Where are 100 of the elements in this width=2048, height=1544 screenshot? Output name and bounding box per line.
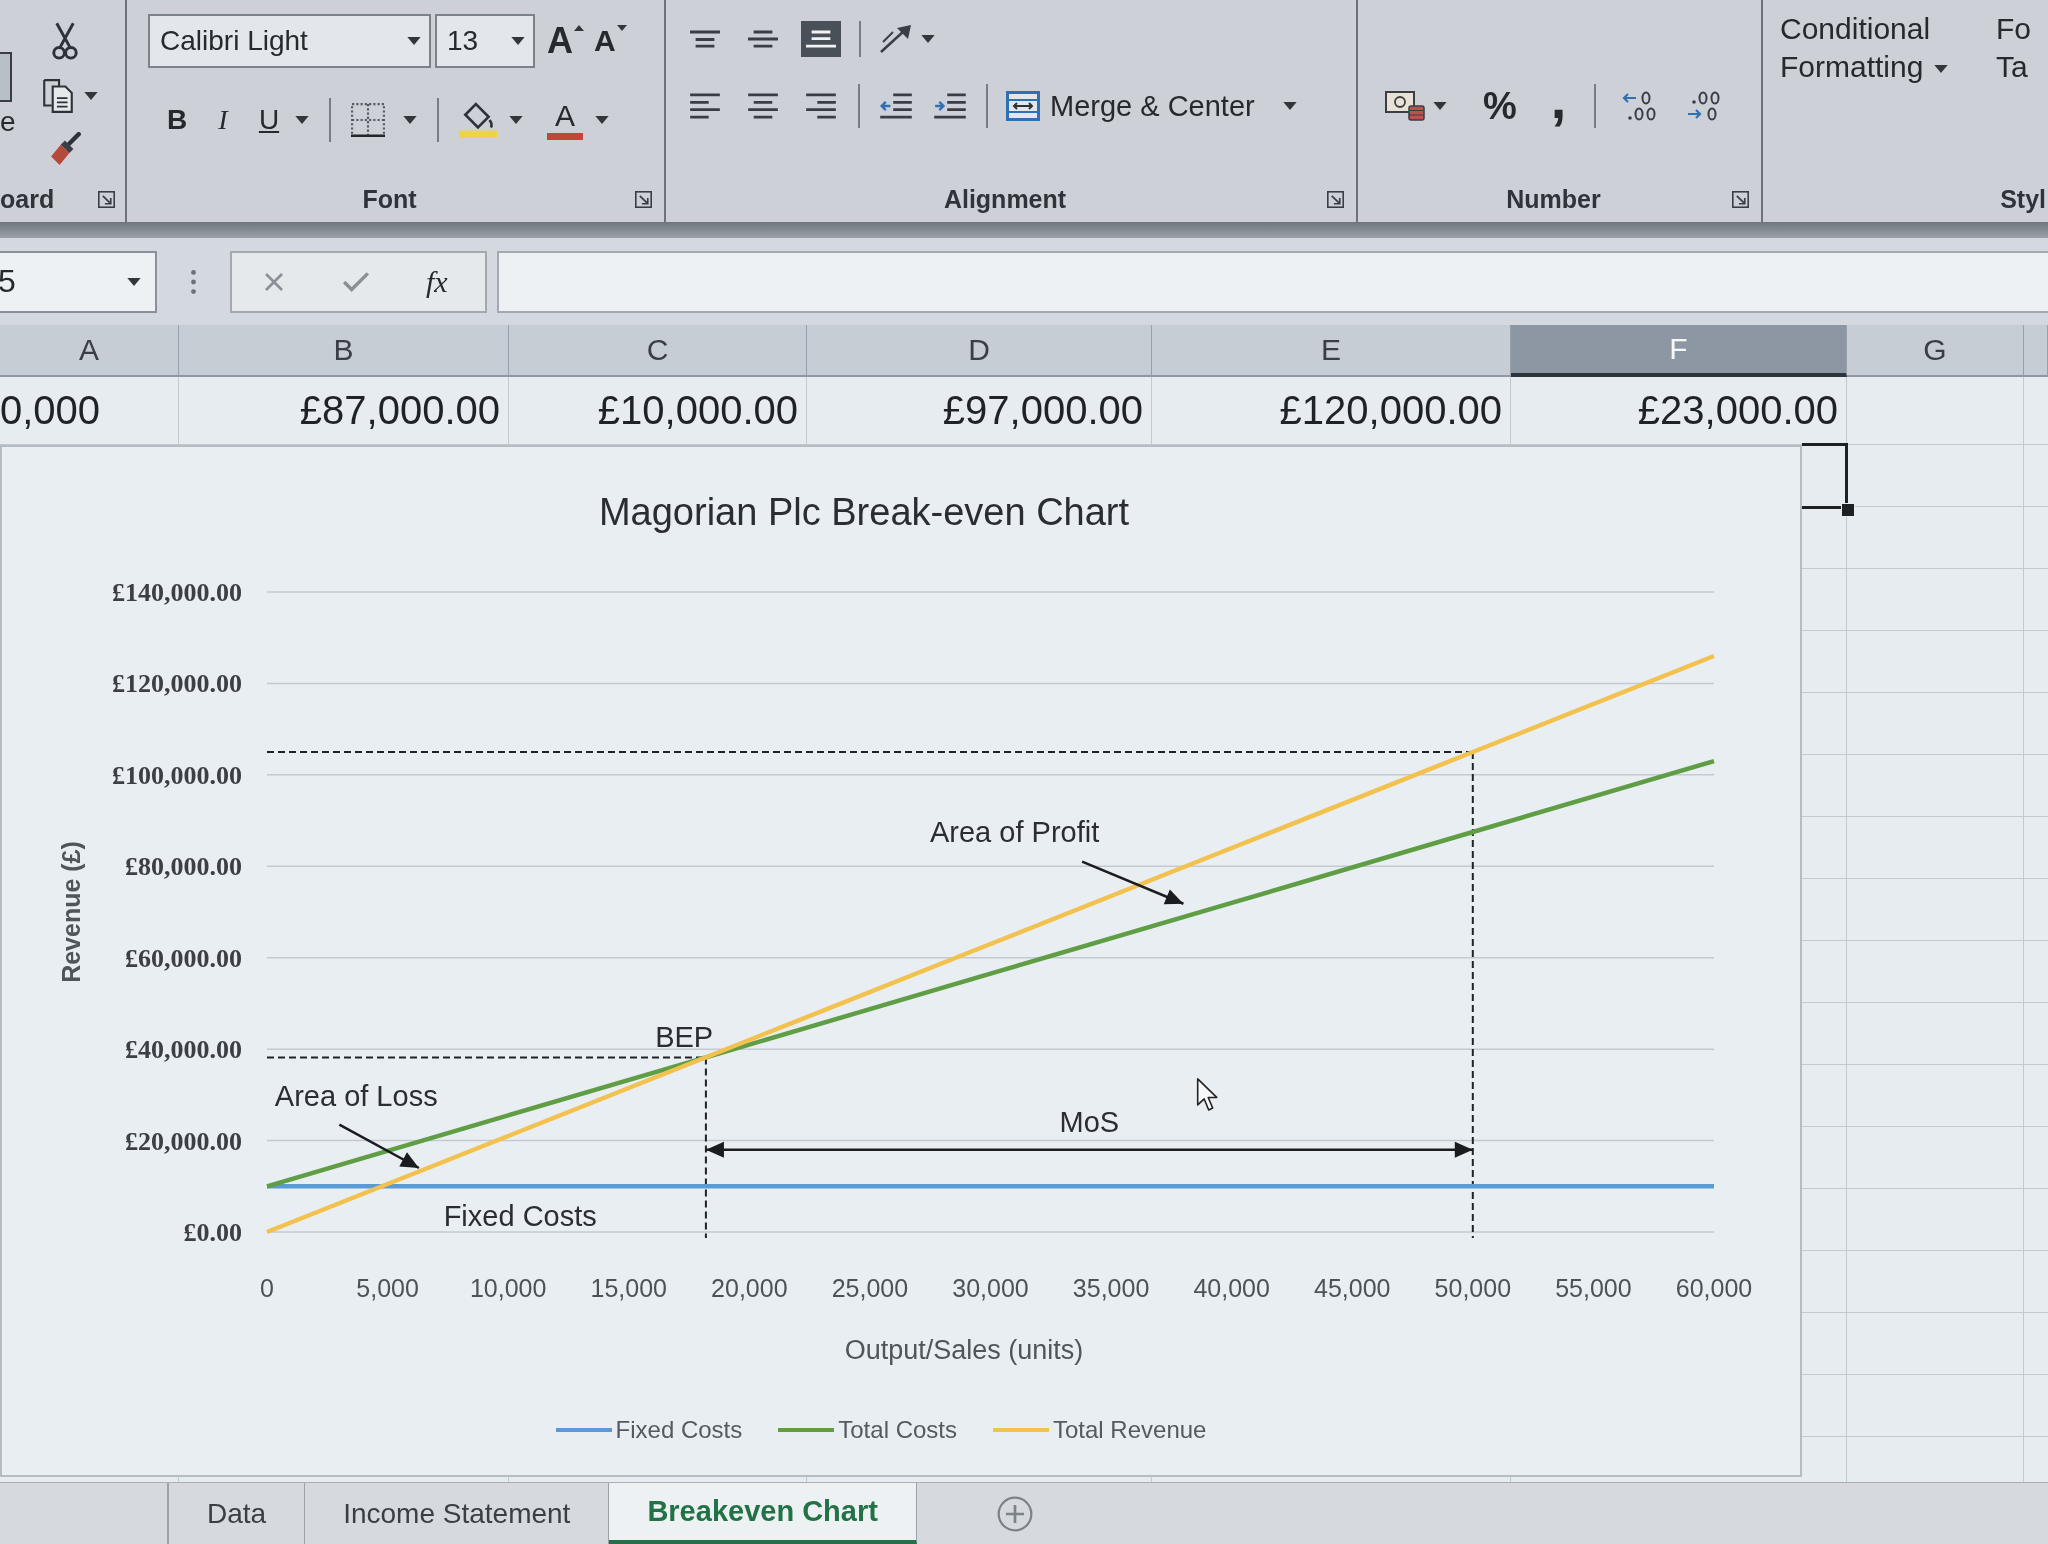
italic-button[interactable]: I (209, 104, 237, 136)
spreadsheet-cell[interactable]: £10,000.00 (509, 377, 807, 444)
column-header[interactable]: G (1847, 325, 2024, 377)
caret-icon (127, 277, 141, 286)
center-align-icon[interactable] (748, 93, 778, 119)
bold-button[interactable]: B (163, 104, 191, 136)
y-tick-label: £100,000.00 (112, 760, 242, 790)
y-tick-label: £140,000.00 (112, 578, 242, 607)
group-label: Font (362, 184, 417, 214)
name-box[interactable]: 5 (0, 250, 157, 313)
y-tick-label: £0.00 (183, 1218, 242, 1247)
spreadsheet-cell[interactable]: £97,000.00 (807, 377, 1152, 444)
percent-style-button[interactable]: % (1483, 84, 1517, 128)
paste-button[interactable]: e (0, 52, 14, 176)
add-sheet-icon[interactable] (996, 1495, 1033, 1532)
chart[interactable] (0, 445, 1802, 1477)
merge-cells-icon (1006, 91, 1040, 121)
y-axis-title: Revenue (£) (57, 841, 85, 983)
formula-input[interactable] (497, 250, 2048, 313)
x-tick-label: 55,000 (1555, 1274, 1632, 1302)
x-tick-label: 25,000 (831, 1274, 909, 1302)
caret-icon (407, 37, 421, 45)
font-color-swatch-icon (547, 132, 583, 140)
group-label: Styl (2000, 184, 2046, 214)
accounting-format-button[interactable] (1385, 91, 1447, 121)
decrease-font-size-button[interactable]: A (594, 21, 627, 61)
y-tick-label: £60,000.00 (125, 943, 242, 973)
caret-icon (1933, 65, 1948, 74)
format-as-table-button[interactable]: Fo Ta (1996, 10, 2031, 86)
y-tick-label: £120,000.00 (112, 669, 242, 699)
fill-handle[interactable] (1841, 503, 1855, 517)
legend-label: Total Revenue (1053, 1416, 1207, 1444)
diagonal-arrow-icon (879, 24, 913, 54)
fill-color-button[interactable] (459, 102, 523, 138)
merge-center-button[interactable]: Merge & Center (1006, 89, 1297, 123)
x-tick-label: 0 (260, 1274, 274, 1302)
column-header[interactable]: B (179, 325, 509, 377)
x-tick-label: 60,000 (1675, 1274, 1753, 1302)
x-tick-label: 10,000 (469, 1274, 547, 1302)
spreadsheet-cell[interactable]: £87,000.00 (179, 377, 509, 444)
legend-label: Fixed Costs (615, 1416, 743, 1444)
caret-icon (511, 37, 525, 45)
spreadsheet-cell[interactable]: £120,000.00 (1152, 377, 1511, 444)
spreadsheet-cell[interactable]: £23,000.00 (1511, 377, 1847, 444)
x-tick-label: 20,000 (711, 1274, 788, 1302)
copy-icon (42, 78, 74, 114)
decrease-indent-icon[interactable] (880, 93, 912, 119)
pointer-cursor-icon (1196, 1078, 1218, 1111)
x-tick-label: 15,000 (590, 1274, 667, 1302)
font-name-field[interactable]: Calibri Light (148, 14, 431, 68)
orientation-button[interactable] (879, 24, 935, 54)
close-icon[interactable] (264, 271, 284, 292)
series-line[interactable] (266, 758, 1715, 1189)
caret-icon (509, 116, 523, 124)
annotation-label: MoS (1059, 1105, 1120, 1138)
right-align-icon[interactable] (806, 93, 836, 119)
sheet-tab[interactable]: Data (167, 1483, 306, 1544)
caret-icon (616, 25, 627, 31)
borders-icon (351, 103, 385, 137)
conditional-formatting-button[interactable]: Conditional Formatting (1780, 10, 1952, 86)
bottom-align-icon (806, 30, 836, 48)
borders-button[interactable] (351, 103, 417, 137)
dialog-launcher-icon[interactable] (98, 190, 115, 208)
dialog-launcher-icon[interactable] (635, 190, 652, 208)
caret-icon (1433, 102, 1447, 110)
up-caret-icon (574, 25, 584, 31)
y-tick-label: £80,000.00 (125, 852, 242, 882)
grip-dots-icon[interactable] (191, 269, 196, 294)
caret-icon (921, 35, 935, 43)
series-line[interactable] (266, 653, 1715, 1235)
insert-function-button[interactable]: fx (426, 264, 448, 299)
spreadsheet-cell[interactable]: 0,000 (0, 377, 179, 444)
increase-indent-icon[interactable] (934, 93, 966, 119)
copy-button[interactable] (42, 78, 98, 114)
banknote-coins-icon (1385, 91, 1425, 121)
column-header[interactable]: C (509, 325, 807, 377)
increase-font-size-button[interactable]: A (547, 21, 584, 61)
left-align-icon[interactable] (690, 93, 720, 119)
column-header[interactable]: A (0, 325, 179, 377)
x-tick-label: 30,000 (952, 1274, 1029, 1302)
dialog-launcher-icon[interactable] (1732, 190, 1749, 208)
check-icon[interactable] (342, 270, 370, 293)
dialog-launcher-icon[interactable] (1327, 190, 1344, 208)
font-color-button[interactable]: A (547, 100, 609, 140)
bottom-align-button[interactable] (801, 21, 841, 57)
column-header[interactable]: E (1152, 325, 1511, 377)
font-size-field[interactable]: 13 (435, 14, 535, 68)
underline-button[interactable]: U (255, 104, 309, 136)
annotation-label: Area of Loss (274, 1079, 438, 1112)
sheet-tab[interactable]: Breakeven Chart (609, 1483, 917, 1544)
paintbrush-icon[interactable] (50, 132, 82, 166)
y-tick-label: £40,000.00 (125, 1035, 242, 1065)
x-tick-label: 35,000 (1072, 1274, 1150, 1302)
x-tick-label: 5,000 (356, 1274, 419, 1302)
x-tick-label: 45,000 (1314, 1274, 1391, 1302)
cut-icon[interactable] (52, 22, 78, 60)
comma-style-button[interactable]: , (1550, 84, 1567, 128)
caret-icon (1282, 102, 1297, 110)
x-tick-label: 50,000 (1434, 1274, 1512, 1302)
column-header[interactable]: D (807, 325, 1152, 377)
